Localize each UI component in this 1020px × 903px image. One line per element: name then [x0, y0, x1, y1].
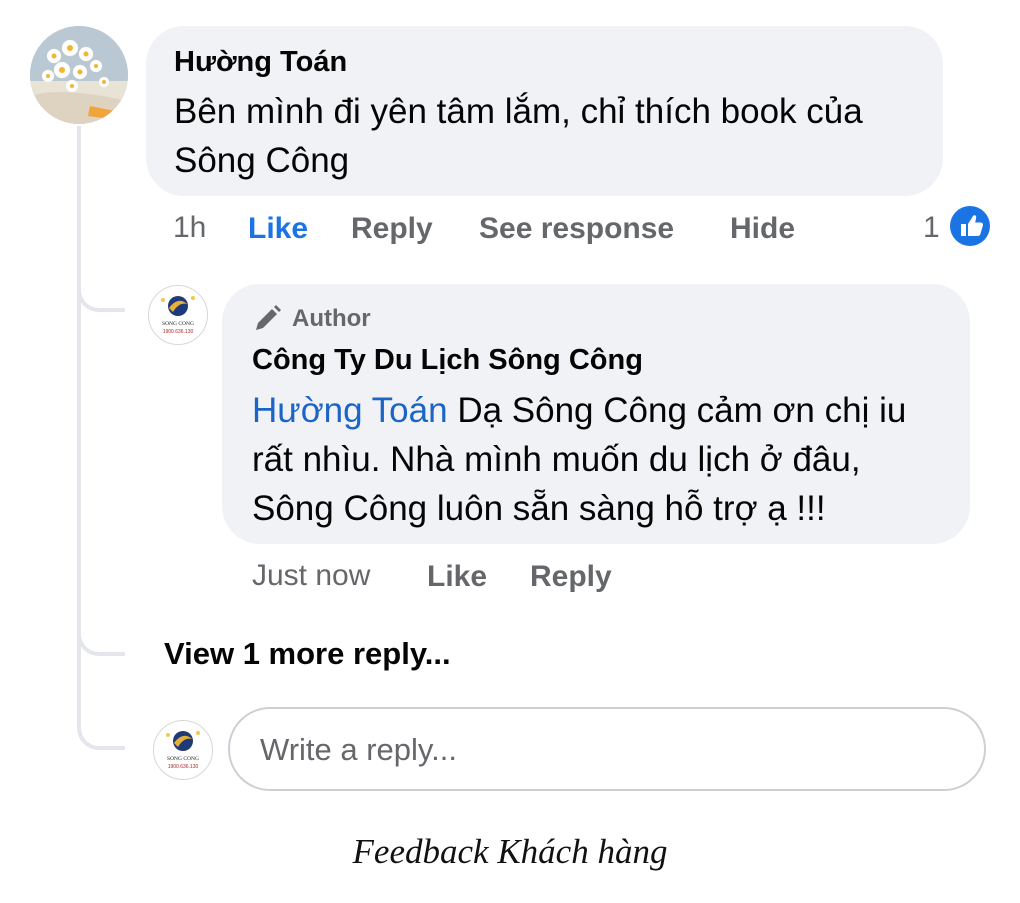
comment-bubble: Hường Toán Bên mình đi yên tâm lắm, chỉ … [146, 26, 943, 196]
reply-reply-button[interactable]: Reply [530, 560, 612, 594]
thread-branch-composer [77, 706, 125, 750]
company-logo-avatar[interactable]: SONG CONG 1900.636.130 [148, 285, 208, 345]
logo-name-text: SONG CONG [162, 321, 194, 327]
comment-text: Bên mình đi yên tâm lắm, chỉ thích book … [174, 92, 863, 180]
reply-text: Hường Toán Dạ Sông Công cảm ơn chị iu rấ… [252, 386, 952, 533]
logo-name-text: SONG CONG [167, 756, 199, 762]
thread-branch-reply [77, 268, 125, 312]
comment-reply-button[interactable]: Reply [351, 212, 433, 246]
mention-link[interactable]: Hường Toán [252, 391, 448, 430]
like-reaction-icon [950, 206, 990, 246]
reply-timestamp[interactable]: Just now [252, 559, 370, 593]
logo-phone-text: 1900.636.130 [168, 764, 199, 770]
see-response-button[interactable]: See response [479, 212, 674, 246]
reply-like-button[interactable]: Like [427, 560, 487, 594]
pen-icon [256, 305, 281, 330]
comment-like-button[interactable]: Like [248, 212, 308, 246]
author-badge-label: Author [292, 305, 371, 332]
reply-author-name[interactable]: Công Ty Du Lịch Sông Công [252, 344, 643, 377]
reply-composer[interactable] [228, 707, 986, 791]
thread-branch-view-more [77, 612, 125, 656]
view-more-replies-link[interactable]: View 1 more reply... [164, 636, 451, 672]
image-caption: Feedback Khách hàng [352, 832, 668, 871]
logo-phone-text: 1900.636.130 [163, 329, 194, 335]
comment-timestamp[interactable]: 1h [173, 211, 206, 245]
reply-input[interactable] [258, 723, 952, 777]
commenter-avatar[interactable] [30, 26, 128, 124]
commenter-name[interactable]: Hường Toán [174, 46, 347, 79]
reaction-count[interactable]: 1 [923, 211, 940, 245]
hide-button[interactable]: Hide [730, 212, 795, 246]
author-badge: Author [252, 304, 371, 334]
composer-avatar[interactable]: SONG CONG 1900.636.130 [153, 720, 213, 780]
